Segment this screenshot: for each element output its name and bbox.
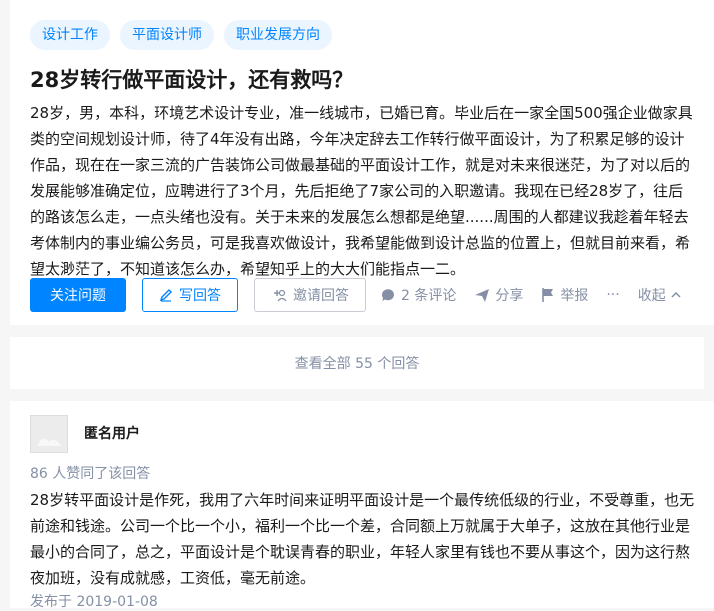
question-detail: 28岁，男，本科，环境艺术设计专业，准一线城市，已婚已育。毕业后在一家全国500… xyxy=(30,104,693,278)
invite-answer-button[interactable]: 邀请回答 xyxy=(254,278,366,312)
answer-content: 28岁转平面设计是作死，我用了六年时间来证明平面设计是一个最传统低级的行业，不受… xyxy=(30,491,695,587)
chevron-up-icon xyxy=(671,291,681,299)
write-answer-label: 写回答 xyxy=(179,288,221,304)
share-label: 分享 xyxy=(495,288,524,304)
topic-tag[interactable]: 平面设计师 xyxy=(120,20,214,50)
collapse-label: 收起 xyxy=(637,288,666,304)
pencil-icon xyxy=(159,288,173,302)
write-answer-button[interactable]: 写回答 xyxy=(142,278,238,312)
topic-list: 设计工作 平面设计师 职业发展方向 xyxy=(30,20,332,50)
question-card: 设计工作 平面设计师 职业发展方向 28岁转行做平面设计，还有救吗？ 28岁，男… xyxy=(10,0,714,325)
add-user-icon xyxy=(271,288,287,302)
author-name[interactable]: 匿名用户 xyxy=(84,423,140,443)
report-button[interactable]: 举报 xyxy=(541,285,588,305)
invite-answer-label: 邀请回答 xyxy=(293,288,349,304)
share-icon xyxy=(474,287,490,303)
comments-button[interactable]: 2 条评论 xyxy=(380,285,456,305)
collapse-button[interactable]: 收起 xyxy=(638,285,681,305)
flag-icon xyxy=(541,287,555,303)
report-label: 举报 xyxy=(560,288,589,304)
avatar[interactable] xyxy=(30,415,68,453)
question-title[interactable]: 28岁转行做平面设计，还有救吗？ xyxy=(30,64,353,96)
answer-card: 匿名用户 86 人赞同了该回答 28岁转平面设计是作死，我用了六年时间来证明平面… xyxy=(10,401,714,611)
comments-label: 2 条评论 xyxy=(401,288,457,304)
topic-tag[interactable]: 设计工作 xyxy=(30,20,110,50)
follow-question-button[interactable]: 关注问题 xyxy=(30,278,126,312)
publish-date[interactable]: 发布于 2019-01-08 xyxy=(30,591,158,611)
view-all-answers-button[interactable]: 查看全部 55 个回答 xyxy=(10,337,704,389)
comment-icon xyxy=(380,287,396,303)
topic-tag[interactable]: 职业发展方向 xyxy=(224,20,332,50)
question-actions: 关注问题 写回答 邀请回答 2 条评论 分享 举报 ··· 收起 xyxy=(30,278,714,312)
vote-count: 86 人赞同了该回答 xyxy=(30,466,151,482)
share-button[interactable]: 分享 xyxy=(474,285,523,305)
more-button[interactable]: ··· xyxy=(606,287,619,303)
